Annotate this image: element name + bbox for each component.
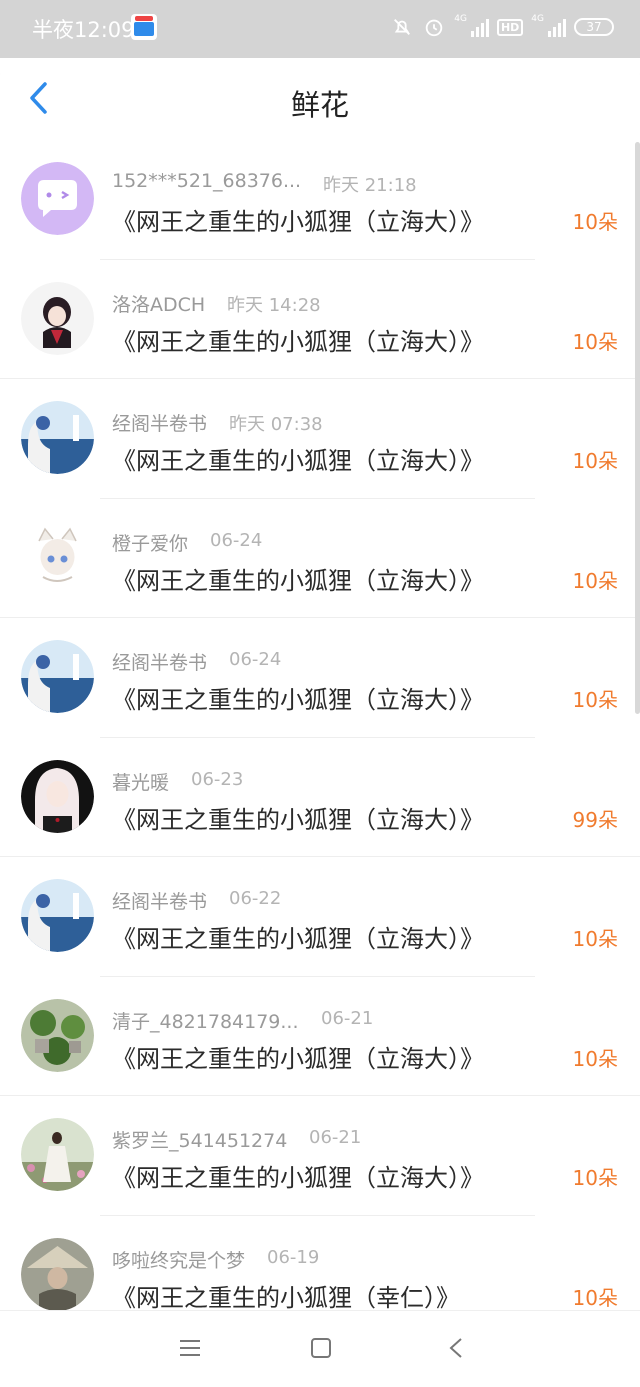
timestamp: 昨天 07:38 — [229, 414, 323, 435]
flower-count: 10朵 — [572, 927, 618, 951]
user-name[interactable]: 经阁半卷书 — [112, 648, 207, 675]
list-item[interactable]: 暮光暖 06-23 《网王之重生的小狐狸（立海大）》 99朵 — [0, 738, 640, 857]
system-nav-bar — [0, 1310, 640, 1387]
menu-icon — [179, 1339, 201, 1361]
book-title[interactable]: 《网王之重生的小狐狸（立海大）》 — [112, 1158, 484, 1193]
book-title[interactable]: 《网王之重生的小狐狸（立海大）》 — [112, 919, 484, 954]
user-name[interactable]: 洛洛ADCH — [112, 290, 205, 317]
avatar[interactable] — [21, 759, 94, 833]
book-title[interactable]: 《网王之重生的小狐狸（立海大）》 — [112, 1039, 484, 1074]
timestamp: 06-24 — [210, 529, 263, 551]
flower-record-list[interactable]: 152***521_68376... 昨天 21:18 《网王之重生的小狐狸（立海大… — [0, 140, 640, 1310]
user-name[interactable]: 橙子爱你 — [112, 529, 188, 556]
book-title[interactable]: 《网王之重生的小狐狸（幸仁）》 — [112, 1278, 460, 1311]
timestamp: 06-19 — [267, 1246, 320, 1268]
book-title[interactable]: 《网王之重生的小狐狸（立海大）》 — [112, 202, 484, 237]
book-title[interactable]: 《网王之重生的小狐狸（立海大）》 — [112, 680, 484, 715]
signal-icon-1 — [470, 17, 489, 37]
book-title[interactable]: 《网王之重生的小狐狸（立海大）》 — [112, 322, 484, 357]
flower-count: 10朵 — [572, 210, 618, 234]
book-title[interactable]: 《网王之重生的小狐狸（立海大）》 — [112, 800, 484, 835]
system-back-button[interactable] — [438, 1333, 474, 1367]
list-item[interactable]: 洛洛ADCH 昨天 14:28 《网王之重生的小狐狸（立海大）》 10朵 — [0, 260, 640, 379]
menu-button[interactable] — [172, 1333, 208, 1367]
hd-badge: HD — [496, 18, 524, 36]
avatar[interactable] — [21, 520, 94, 594]
user-name[interactable]: 清子_4821784179... — [112, 1007, 299, 1034]
alarm-icon — [422, 15, 446, 39]
list-item[interactable]: 经阁半卷书 06-24 《网王之重生的小狐狸（立海大）》 10朵 — [0, 618, 640, 738]
timestamp: 昨天 14:28 — [227, 294, 321, 316]
page-title: 鲜花 — [290, 88, 349, 122]
app-notification-icon — [131, 14, 157, 40]
timestamp: 06-21 — [321, 1007, 374, 1029]
network-label-1: 4G — [454, 14, 467, 24]
timestamp: 06-23 — [191, 768, 244, 790]
avatar[interactable] — [21, 1118, 94, 1191]
list-item[interactable]: 152***521_68376... 昨天 21:18 《网王之重生的小狐狸（立海大… — [0, 140, 640, 260]
list-item[interactable]: 哆啦终究是个梦 06-19 《网王之重生的小狐狸（幸仁）》 10朵 — [0, 1216, 640, 1311]
status-time: 半夜12:09 — [32, 18, 135, 42]
flower-count: 10朵 — [572, 1046, 618, 1071]
timestamp: 昨天 21:18 — [323, 175, 417, 196]
mute-icon — [390, 15, 414, 39]
avatar[interactable] — [21, 401, 94, 474]
app-header: 鲜花 — [0, 58, 640, 140]
list-item[interactable]: 橙子爱你 06-24 《网王之重生的小狐狸（立海大）》 10朵 — [0, 499, 640, 618]
list-item[interactable]: 经阁半卷书 06-22 《网王之重生的小狐狸（立海大）》 10朵 — [0, 857, 640, 977]
user-name[interactable]: 暮光暖 — [112, 768, 169, 795]
avatar[interactable] — [21, 162, 94, 235]
book-title[interactable]: 《网王之重生的小狐狸（立海大）》 — [112, 441, 484, 476]
list-item[interactable]: 清子_4821784179... 06-21 《网王之重生的小狐狸（立海大）》 10朵 — [0, 977, 640, 1096]
timestamp: 06-24 — [229, 649, 282, 670]
back-triangle-icon — [448, 1337, 464, 1363]
flower-count: 10朵 — [572, 568, 618, 593]
flower-count: 10朵 — [572, 329, 618, 354]
user-name[interactable]: 经阁半卷书 — [112, 409, 207, 436]
home-square-icon — [310, 1337, 332, 1363]
scrollbar[interactable] — [635, 142, 640, 714]
flower-count: 10朵 — [572, 688, 618, 712]
flower-count: 99朵 — [572, 807, 618, 832]
avatar[interactable] — [21, 1237, 94, 1310]
status-icons: 4G HD 4G 37 — [390, 14, 614, 40]
battery-icon: 37 — [574, 18, 614, 36]
network-label-2: 4G — [531, 14, 544, 24]
signal-icon-2 — [548, 17, 566, 37]
list-item[interactable]: 紫罗兰_541451274 06-21 《网王之重生的小狐狸（立海大）》 10朵 — [0, 1096, 640, 1216]
user-name[interactable]: 哆啦终究是个梦 — [112, 1246, 245, 1273]
flower-count: 10朵 — [572, 449, 618, 473]
avatar[interactable] — [21, 640, 94, 713]
list-item[interactable]: 经阁半卷书 昨天 07:38 《网王之重生的小狐狸（立海大）》 10朵 — [0, 379, 640, 499]
book-title[interactable]: 《网王之重生的小狐狸（立海大）》 — [112, 561, 484, 596]
status-bar: 半夜12:09 4G HD 4G 37 — [0, 0, 640, 58]
avatar[interactable] — [21, 998, 94, 1072]
home-button[interactable] — [303, 1333, 339, 1367]
avatar[interactable] — [21, 879, 94, 952]
timestamp: 06-21 — [309, 1127, 362, 1148]
user-name[interactable]: 152***521_68376... — [112, 170, 301, 192]
flower-count: 10朵 — [572, 1285, 618, 1310]
user-name[interactable]: 经阁半卷书 — [112, 887, 207, 914]
avatar[interactable] — [21, 281, 94, 355]
user-name[interactable]: 紫罗兰_541451274 — [112, 1126, 287, 1153]
timestamp: 06-22 — [229, 888, 282, 909]
flower-count: 10朵 — [572, 1166, 618, 1190]
